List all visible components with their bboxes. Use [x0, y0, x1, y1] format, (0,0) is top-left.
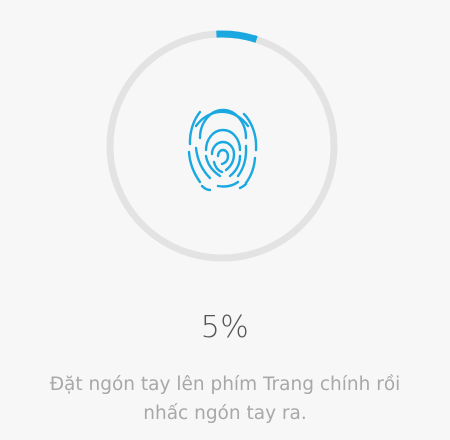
- progress-ring-track: [106, 30, 338, 262]
- progress-ring: [106, 30, 338, 262]
- progress-percent-label: 5%: [200, 310, 250, 345]
- fingerprint-icon: [187, 108, 258, 192]
- progress-ring-arc: [216, 30, 258, 43]
- enrollment-instruction: Đặt ngón tay lên phím Trang chính rồi nh…: [49, 374, 401, 424]
- fingerprint-enrollment-screen: 5% Đặt ngón tay lên phím Trang chính rồi…: [0, 0, 450, 440]
